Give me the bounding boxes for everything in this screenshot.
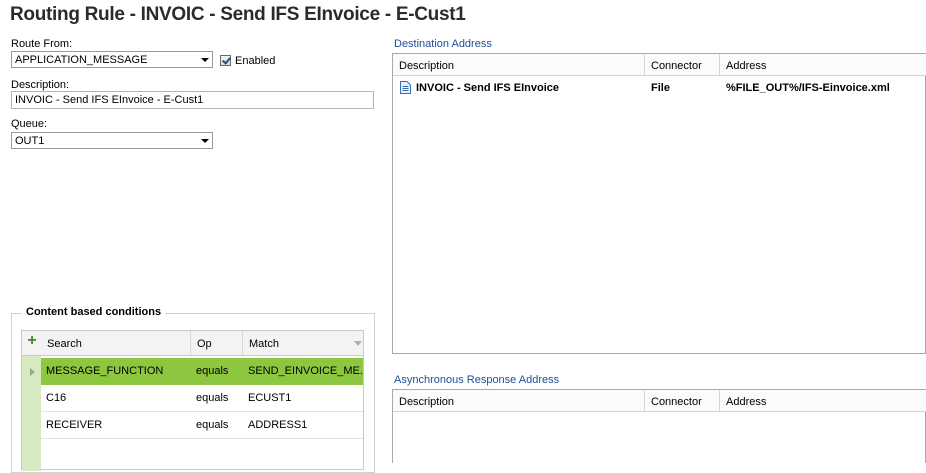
page-title: Routing Rule - INVOIC - Send IFS EInvoic…: [10, 4, 466, 25]
sort-down-icon: [354, 341, 362, 346]
table-row[interactable]: MESSAGE_FUNCTION equals SEND_EINVOICE_ME…: [41, 358, 363, 385]
destination-grid: Description Connector Address INVOIC - S…: [392, 53, 926, 354]
row-search: RECEIVER: [46, 419, 103, 431]
row-match: ECUST1: [248, 392, 292, 404]
queue-select[interactable]: OUT1: [11, 132, 213, 149]
row-pointer-icon: [30, 368, 35, 376]
row-match: SEND_EINVOICE_ME...: [248, 365, 363, 377]
column-header-search[interactable]: Search: [41, 331, 191, 355]
table-row[interactable]: RECEIVER equals ADDRESS1: [41, 412, 363, 439]
conditions-grid: + Search Op Match MESSAGE_FUNCTION equal…: [21, 330, 364, 471]
row-op: equals: [196, 365, 229, 377]
column-header-connector[interactable]: Connector: [645, 390, 720, 411]
column-header-op[interactable]: Op: [191, 331, 243, 355]
table-row[interactable]: INVOIC - Send IFS EInvoice File %FILE_OU…: [393, 77, 926, 99]
row-match: ADDRESS1: [248, 419, 308, 431]
queue-label: Queue:: [11, 118, 48, 130]
chevron-down-icon: [201, 57, 209, 62]
enabled-checkbox[interactable]: [220, 55, 231, 66]
queue-value: OUT1: [15, 134, 45, 147]
destination-header: Description Connector Address: [393, 54, 926, 76]
async-header: Description Connector Address: [393, 390, 926, 412]
destination-description: INVOIC - Send IFS EInvoice: [416, 82, 560, 94]
route-from-select[interactable]: APPLICATION_MESSAGE: [11, 51, 213, 68]
route-from-value: APPLICATION_MESSAGE: [15, 53, 148, 66]
column-header-connector[interactable]: Connector: [645, 54, 720, 75]
conditions-title: Content based conditions: [22, 306, 166, 318]
route-from-label: Route From:: [11, 38, 73, 50]
table-row[interactable]: C16 equals ECUST1: [41, 385, 363, 412]
row-op: equals: [196, 392, 229, 404]
plus-icon[interactable]: +: [25, 333, 39, 349]
column-header-address[interactable]: Address: [720, 54, 926, 75]
async-response-title: Asynchronous Response Address: [394, 374, 560, 386]
row-op: equals: [196, 419, 229, 431]
column-header-description[interactable]: Description: [393, 54, 645, 75]
destination-address: %FILE_OUT%/IFS-Einvoice.xml: [726, 82, 890, 94]
destination-connector: File: [651, 82, 670, 94]
column-header-match[interactable]: Match: [243, 331, 363, 355]
destination-address-title: Destination Address: [394, 38, 492, 50]
enabled-label: Enabled: [235, 55, 276, 67]
description-field[interactable]: INVOIC - Send IFS EInvoice - E-Cust1: [11, 91, 374, 109]
row-search: MESSAGE_FUNCTION: [46, 365, 164, 377]
document-icon: [400, 81, 411, 94]
conditions-header: + Search Op Match: [22, 331, 363, 356]
description-label: Description:: [11, 79, 70, 91]
column-header-description[interactable]: Description: [393, 390, 645, 411]
chevron-down-icon: [201, 138, 209, 143]
column-header-address[interactable]: Address: [720, 390, 926, 411]
async-response-grid: Description Connector Address: [392, 389, 926, 463]
row-search: C16: [46, 392, 67, 404]
